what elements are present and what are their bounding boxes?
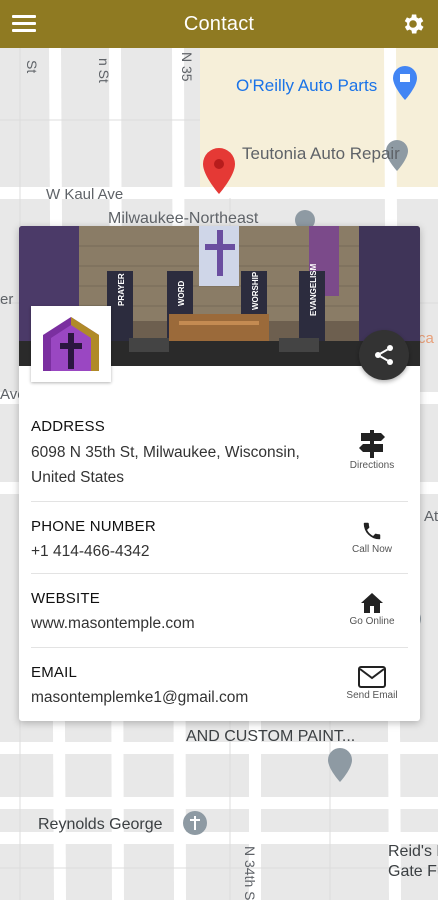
svg-text:WORD: WORD [177,280,186,306]
home-icon [361,593,383,613]
map-label-ca: ca [418,330,434,347]
contact-card: PRAYER WORD WORSHIP EVANGELISM ADDRESS 6… [19,226,420,721]
app-header: Contact [0,0,438,48]
directions-label: Directions [349,460,395,471]
map-label-teutonia: Teutonia Auto Repair [242,144,400,163]
phone-value: +1 414-466-4342 [31,543,150,560]
map-label-custom-paint: AND CUSTOM PAINT... [186,728,356,745]
share-button[interactable] [359,330,409,380]
address-value: 6098 N 35th St, Milwaukee, Wisconsin, Un… [31,444,300,486]
website-value[interactable]: www.masontemple.com [31,611,331,636]
page-title: Contact [183,12,255,35]
call-now-button[interactable]: Call Now [336,520,408,555]
go-online-button[interactable]: Go Online [336,592,408,627]
email-row: EMAIL masontemplemke1@gmail.com Send Ema… [31,658,408,720]
directions-button[interactable]: Directions [336,428,408,471]
map-label-left-st: St [24,60,40,74]
svg-text:EVANGELISM: EVANGELISM [309,263,318,316]
map-label-at: At [424,508,438,525]
map-label-n34th: N 34th St [242,846,258,900]
church-cross-logo [31,306,111,382]
map-label-gate-fune: Gate Fune [388,863,438,880]
phone-row: PHONE NUMBER +1 414-466-4342 Call Now [31,512,408,574]
send-email-label: Send Email [346,690,398,701]
map-label-reynolds: Reynolds George [38,816,163,833]
send-email-button[interactable]: Send Email [336,666,408,701]
svg-text:WORSHIP: WORSHIP [251,271,260,310]
map-label-reids: Reid's Ne [388,843,438,860]
go-online-label: Go Online [349,616,395,627]
call-now-label: Call Now [351,544,392,555]
website-row: WEBSITE www.masontemple.com Go Online [31,584,408,648]
svg-text:PRAYER: PRAYER [117,273,126,306]
email-value[interactable]: masontemplemke1@gmail.com [31,685,331,710]
map-label-n35-top: N 35 [179,52,195,82]
map-label-w-kaul: W Kaul Ave [46,186,124,203]
website-heading: WEBSITE [31,590,100,607]
map-label-left-st2: n St [96,58,112,83]
address-heading: ADDRESS [31,418,105,435]
menu-icon[interactable] [12,12,36,36]
gear-icon[interactable] [400,11,426,37]
phone-icon [363,522,381,540]
signpost-icon [359,430,385,458]
email-heading: EMAIL [31,664,78,681]
share-icon [375,345,393,365]
map-label-oreilly: O'Reilly Auto Parts [236,76,378,95]
map-label-left-er: er [0,291,14,308]
envelope-icon [358,666,386,688]
phone-heading: PHONE NUMBER [31,518,156,535]
address-row: ADDRESS 6098 N 35th St, Milwaukee, Wisco… [31,416,408,502]
